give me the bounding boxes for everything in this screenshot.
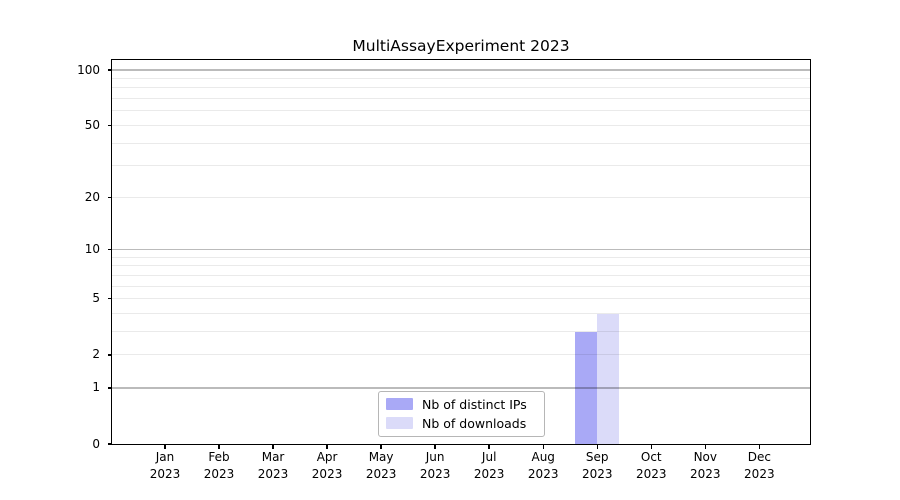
x-tick-month: Jul (462, 449, 516, 466)
legend-entry: Nb of distinct IPs (386, 397, 544, 412)
gridline-minor (112, 298, 810, 299)
gridline-minor (112, 78, 810, 79)
x-tick-month: Aug (516, 449, 570, 466)
x-tick-month: Feb (192, 449, 246, 466)
y-tick (108, 354, 113, 355)
x-tick-label: Oct2023 (624, 449, 678, 483)
x-tick-year: 2023 (246, 466, 300, 483)
gridline-major (112, 387, 810, 388)
gridline-minor (112, 275, 810, 276)
gridline-minor (112, 354, 810, 355)
plot-area: 0125102050100Jan2023Feb2023Mar2023Apr202… (0, 0, 900, 500)
legend-swatch (386, 417, 413, 429)
gridline-major (112, 249, 810, 250)
x-tick-label: Apr2023 (300, 449, 354, 483)
y-tick-label: 20 (54, 189, 100, 206)
x-tick-label: Sep2023 (570, 449, 624, 483)
x-tick-label: May2023 (354, 449, 408, 483)
y-tick (108, 69, 113, 70)
y-tick-label: 5 (54, 290, 100, 307)
x-tick-year: 2023 (408, 466, 462, 483)
x-tick-month: Oct (624, 449, 678, 466)
y-tick (108, 387, 113, 388)
x-tick-month: Sep (570, 449, 624, 466)
gridline-minor (112, 331, 810, 332)
x-tick-label: Mar2023 (246, 449, 300, 483)
y-tick-label: 10 (54, 241, 100, 258)
legend-label: Nb of distinct IPs (422, 397, 527, 412)
bar-downloads-sep (597, 314, 619, 444)
gridline-minor (112, 313, 810, 314)
x-tick-label: Jul2023 (462, 449, 516, 483)
gridline-minor (112, 286, 810, 287)
x-tick-month: Nov (678, 449, 732, 466)
x-tick-year: 2023 (570, 466, 624, 483)
y-tick-label: 50 (54, 117, 100, 134)
x-tick-label: Nov2023 (678, 449, 732, 483)
x-tick-label: Jun2023 (408, 449, 462, 483)
x-tick-month: Dec (732, 449, 786, 466)
x-tick-year: 2023 (462, 466, 516, 483)
gridline-minor (112, 197, 810, 198)
x-tick-month: May (354, 449, 408, 466)
gridline-minor (112, 110, 810, 111)
y-tick (108, 125, 113, 126)
x-tick-year: 2023 (300, 466, 354, 483)
y-tick (108, 443, 113, 444)
gridline-minor (112, 143, 810, 144)
x-tick-year: 2023 (354, 466, 408, 483)
x-tick-year: 2023 (678, 466, 732, 483)
x-tick-month: Mar (246, 449, 300, 466)
x-tick-label: Aug2023 (516, 449, 570, 483)
legend-entry: Nb of downloads (386, 416, 544, 431)
x-tick-year: 2023 (516, 466, 570, 483)
gridline-minor (112, 265, 810, 266)
x-tick-label: Jan2023 (138, 449, 192, 483)
x-tick-year: 2023 (192, 466, 246, 483)
legend: Nb of distinct IPs Nb of downloads (378, 391, 545, 437)
gridline-minor (112, 125, 810, 126)
x-tick-year: 2023 (732, 466, 786, 483)
gridline-minor (112, 165, 810, 166)
x-tick-month: Jan (138, 449, 192, 466)
y-tick (108, 249, 113, 250)
y-tick-label: 0 (54, 436, 100, 453)
legend-swatch (386, 398, 413, 410)
y-tick-label: 100 (54, 62, 100, 79)
x-tick-year: 2023 (624, 466, 678, 483)
x-tick-label: Feb2023 (192, 449, 246, 483)
gridline-major (112, 69, 810, 70)
y-tick-label: 2 (54, 346, 100, 363)
gridline-minor (112, 87, 810, 88)
y-tick (108, 197, 113, 198)
gridline-minor (112, 98, 810, 99)
y-tick-label: 1 (54, 379, 100, 396)
chart: MultiAssayExperiment 2023 0125102050100J… (0, 0, 900, 500)
x-tick-month: Jun (408, 449, 462, 466)
x-tick-month: Apr (300, 449, 354, 466)
x-tick-label: Dec2023 (732, 449, 786, 483)
x-tick-year: 2023 (138, 466, 192, 483)
legend-label: Nb of downloads (422, 416, 526, 431)
gridline-minor (112, 257, 810, 258)
y-tick (108, 298, 113, 299)
